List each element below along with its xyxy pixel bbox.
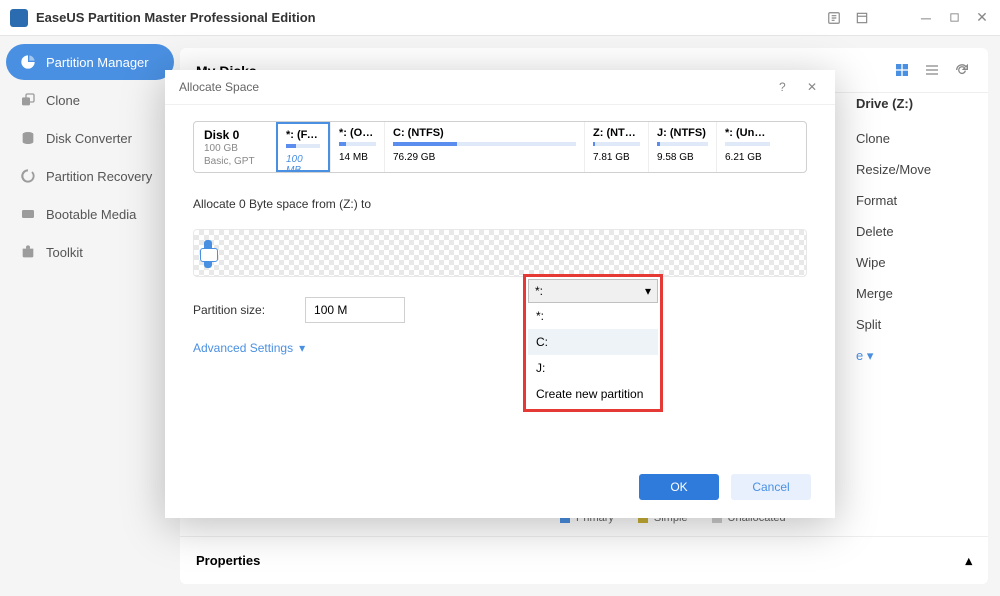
app-title: EaseUS Partition Master Professional Edi…: [36, 10, 826, 25]
app-logo-icon: [10, 9, 28, 27]
toolkit-icon: [20, 244, 36, 260]
properties-label: Properties: [196, 553, 260, 568]
nav-label: Disk Converter: [46, 131, 132, 146]
drive-title: Drive (Z:): [856, 96, 976, 111]
target-partition-dropdown[interactable]: *: ▾ *: C: J: Create new partition: [523, 274, 663, 412]
refresh-button[interactable]: [954, 62, 972, 80]
dropdown-item[interactable]: Create new partition: [528, 381, 658, 407]
nav-partition-recovery[interactable]: Partition Recovery: [6, 158, 174, 194]
allocate-sentence: Allocate 0 Byte space from (Z:) to: [193, 197, 371, 211]
slider-handle[interactable]: [204, 240, 212, 268]
disk-type: Basic, GPT: [204, 155, 266, 168]
action-clone[interactable]: Clone: [856, 123, 976, 154]
chevron-up-icon: ▴: [965, 553, 972, 569]
partition-block[interactable]: Z: (NTFS) 7.81 GB: [584, 122, 648, 172]
partition-size-input[interactable]: [305, 297, 405, 323]
action-delete[interactable]: Delete: [856, 216, 976, 247]
nav-bootable-media[interactable]: Bootable Media: [6, 196, 174, 232]
nav-clone[interactable]: Clone: [6, 82, 174, 118]
advanced-settings-toggle[interactable]: Advanced Settings ▾: [193, 341, 807, 355]
dropdown-selected[interactable]: *: ▾: [528, 279, 658, 303]
window-buttons: ─ ✕: [826, 10, 990, 26]
titlebar: EaseUS Partition Master Professional Edi…: [0, 0, 1000, 36]
disk-strip: Disk 0 100 GB Basic, GPT *: (FAT... 100 M…: [193, 121, 807, 173]
action-wipe[interactable]: Wipe: [856, 247, 976, 278]
size-label: Partition size:: [193, 303, 265, 317]
media-icon: [20, 206, 36, 222]
partition-size: 6.21 GB: [725, 152, 770, 163]
action-format[interactable]: Format: [856, 185, 976, 216]
action-resize[interactable]: Resize/Move: [856, 154, 976, 185]
disk-size: 100 GB: [204, 142, 266, 155]
nav-label: Partition Recovery: [46, 169, 152, 184]
dialog-title: Allocate Space: [179, 80, 259, 94]
nav-partition-manager[interactable]: Partition Manager: [6, 44, 174, 80]
action-split[interactable]: Split: [856, 309, 976, 340]
partition-name: Z: (NTFS): [593, 127, 640, 139]
clone-icon: [20, 92, 36, 108]
sidebar: Partition Manager Clone Disk Converter P…: [0, 36, 180, 596]
close-button[interactable]: ✕: [974, 10, 990, 26]
close-dialog-button[interactable]: ✕: [807, 80, 821, 94]
view-grid-button[interactable]: [894, 62, 912, 80]
help-button[interactable]: ?: [779, 80, 793, 94]
view-list-button[interactable]: [924, 62, 942, 80]
nav-label: Partition Manager: [46, 55, 149, 70]
partition-size: 76.29 GB: [393, 152, 576, 163]
ok-button[interactable]: OK: [639, 474, 719, 500]
nav-label: Clone: [46, 93, 80, 108]
partition-name: *: (Oth...: [339, 127, 376, 139]
task-icon[interactable]: [854, 10, 870, 26]
partition-block[interactable]: *: (FAT... 100 MB: [276, 122, 330, 172]
partition-block[interactable]: *: (Oth... 14 MB: [330, 122, 384, 172]
dropdown-item[interactable]: C:: [528, 329, 658, 355]
minimize-button[interactable]: ─: [918, 10, 934, 26]
partition-size: 14 MB: [339, 152, 376, 163]
chevron-down-icon: ▾: [299, 341, 305, 355]
pie-chart-icon: [20, 54, 36, 70]
partition-block[interactable]: C: (NTFS) 76.29 GB: [384, 122, 584, 172]
recovery-icon: [20, 168, 36, 184]
nav-disk-converter[interactable]: Disk Converter: [6, 120, 174, 156]
partition-size: 9.58 GB: [657, 152, 708, 163]
disk-name: Disk 0: [204, 128, 266, 142]
nav-label: Toolkit: [46, 245, 83, 260]
action-more[interactable]: e ▾: [856, 340, 976, 372]
partition-name: C: (NTFS): [393, 127, 576, 139]
partition-name: *: (FAT...: [286, 129, 320, 141]
queue-icon[interactable]: [826, 10, 842, 26]
partition-size: 100 MB: [286, 154, 320, 173]
action-merge[interactable]: Merge: [856, 278, 976, 309]
dropdown-item[interactable]: *:: [528, 303, 658, 329]
partition-name: *: (Unall...: [725, 127, 770, 139]
partition-block[interactable]: J: (NTFS) 9.58 GB: [648, 122, 716, 172]
dropdown-item[interactable]: J:: [528, 355, 658, 381]
partition-size: 7.81 GB: [593, 152, 640, 163]
allocate-space-dialog: Allocate Space ? ✕ Disk 0 100 GB Basic, …: [165, 70, 835, 518]
chevron-down-icon: ▾: [645, 284, 651, 298]
partition-name: J: (NTFS): [657, 127, 708, 139]
right-actions: Drive (Z:) Clone Resize/Move Format Dele…: [856, 96, 976, 372]
partition-block[interactable]: *: (Unall... 6.21 GB: [716, 122, 778, 172]
properties-panel-toggle[interactable]: Properties ▴: [180, 536, 988, 584]
maximize-button[interactable]: [946, 10, 962, 26]
disk-icon: [20, 130, 36, 146]
partition-slider[interactable]: [193, 229, 807, 277]
nav-toolkit[interactable]: Toolkit: [6, 234, 174, 270]
cancel-button[interactable]: Cancel: [731, 474, 811, 500]
nav-label: Bootable Media: [46, 207, 136, 222]
